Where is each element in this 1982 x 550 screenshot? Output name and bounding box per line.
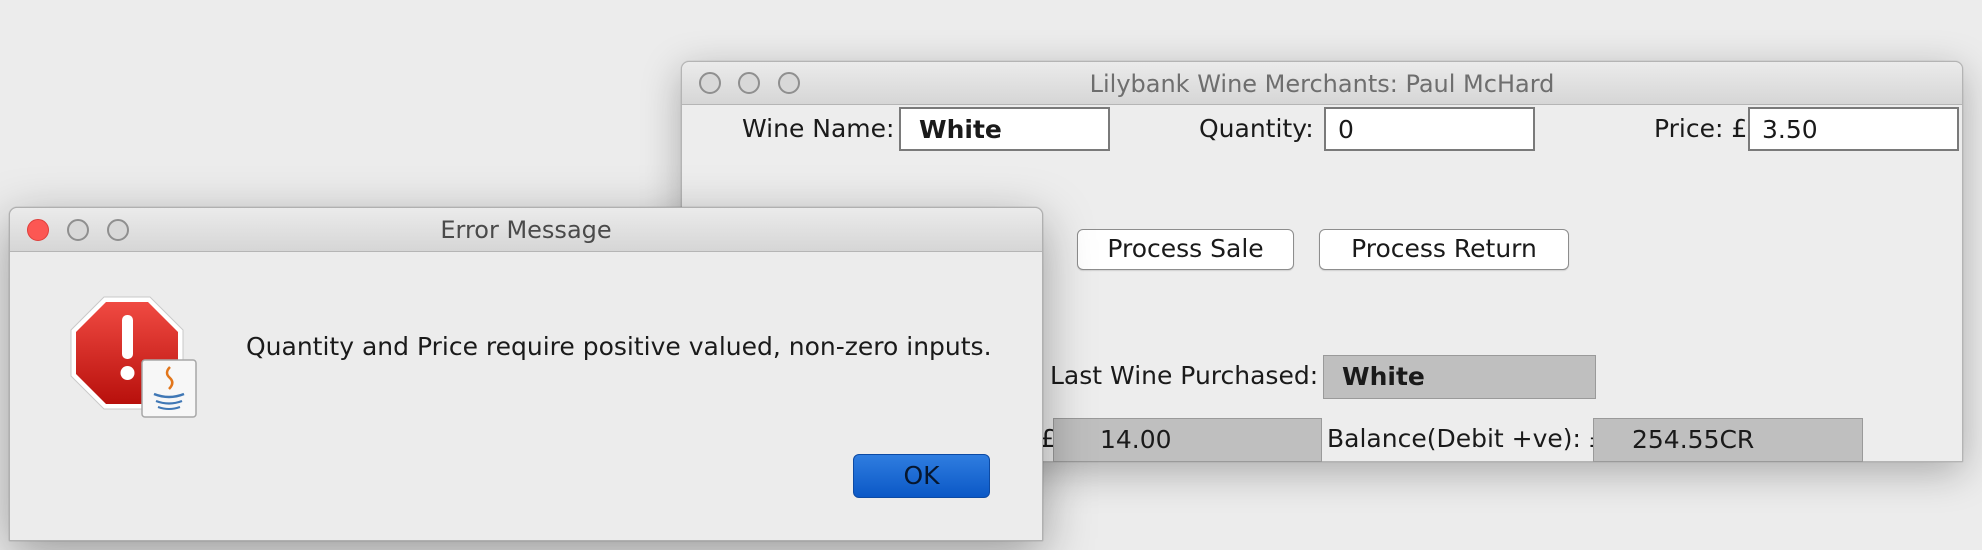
wine-name-input[interactable]: White xyxy=(899,107,1110,151)
error-stop-icon xyxy=(70,296,197,418)
process-sale-button[interactable]: Process Sale xyxy=(1077,229,1294,270)
main-window-title: Lilybank Wine Merchants: Paul McHard xyxy=(1089,70,1555,98)
price-input[interactable]: 3.50 xyxy=(1748,107,1959,151)
last-wine-field: White xyxy=(1323,355,1596,399)
error-dialog: Error Message Quantity and Price require… xyxy=(9,207,1043,541)
dialog-title: Error Message xyxy=(440,216,612,244)
dialog-titlebar[interactable]: Error Message xyxy=(10,208,1042,252)
ok-button[interactable]: OK xyxy=(853,454,990,498)
main-titlebar[interactable]: Lilybank Wine Merchants: Paul McHard xyxy=(682,62,1962,105)
java-badge-icon xyxy=(141,359,197,418)
balance-label: Balance(Debit +ve): £ xyxy=(1327,424,1605,453)
last-wine-label: Last Wine Purchased: xyxy=(1050,361,1319,390)
error-message-text: Quantity and Price require positive valu… xyxy=(246,332,992,361)
ok-button-label: OK xyxy=(903,461,940,490)
wine-name-label: Wine Name: xyxy=(742,114,895,143)
process-return-button[interactable]: Process Return xyxy=(1319,229,1569,270)
price-label: Price: £ xyxy=(1654,114,1748,143)
amount-field: 14.00 xyxy=(1053,418,1322,462)
quantity-input[interactable]: 0 xyxy=(1324,107,1535,151)
quantity-label: Quantity: xyxy=(1199,114,1314,143)
balance-field: 254.55CR xyxy=(1593,418,1863,462)
